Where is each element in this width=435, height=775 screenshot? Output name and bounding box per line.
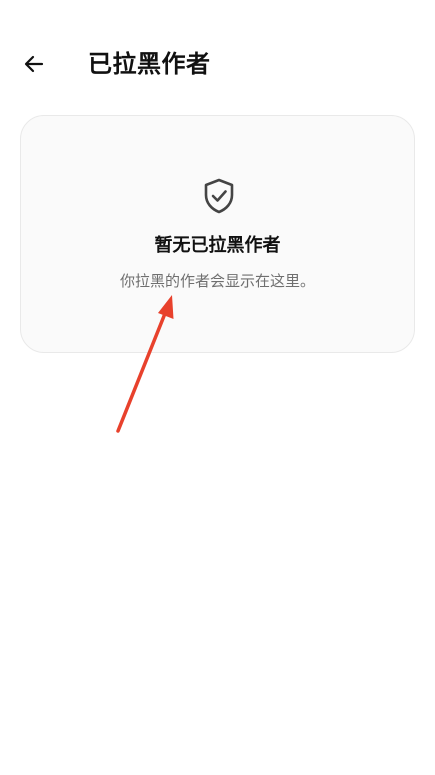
shield-check-icon xyxy=(202,177,236,215)
arrow-left-icon xyxy=(22,52,46,76)
empty-state-description: 你拉黑的作者会显示在这里。 xyxy=(119,272,315,290)
back-button[interactable] xyxy=(14,46,54,82)
empty-state-card: 暂无已拉黑作者 你拉黑的作者会显示在这里。 xyxy=(20,115,415,353)
blocked-authors-page: 已拉黑作者 暂无已拉黑作者 你拉黑的作者会显示在这里。 xyxy=(0,0,435,775)
top-bar: 已拉黑作者 xyxy=(0,38,435,90)
page-title: 已拉黑作者 xyxy=(88,50,211,78)
empty-state-title: 暂无已拉黑作者 xyxy=(154,235,281,256)
